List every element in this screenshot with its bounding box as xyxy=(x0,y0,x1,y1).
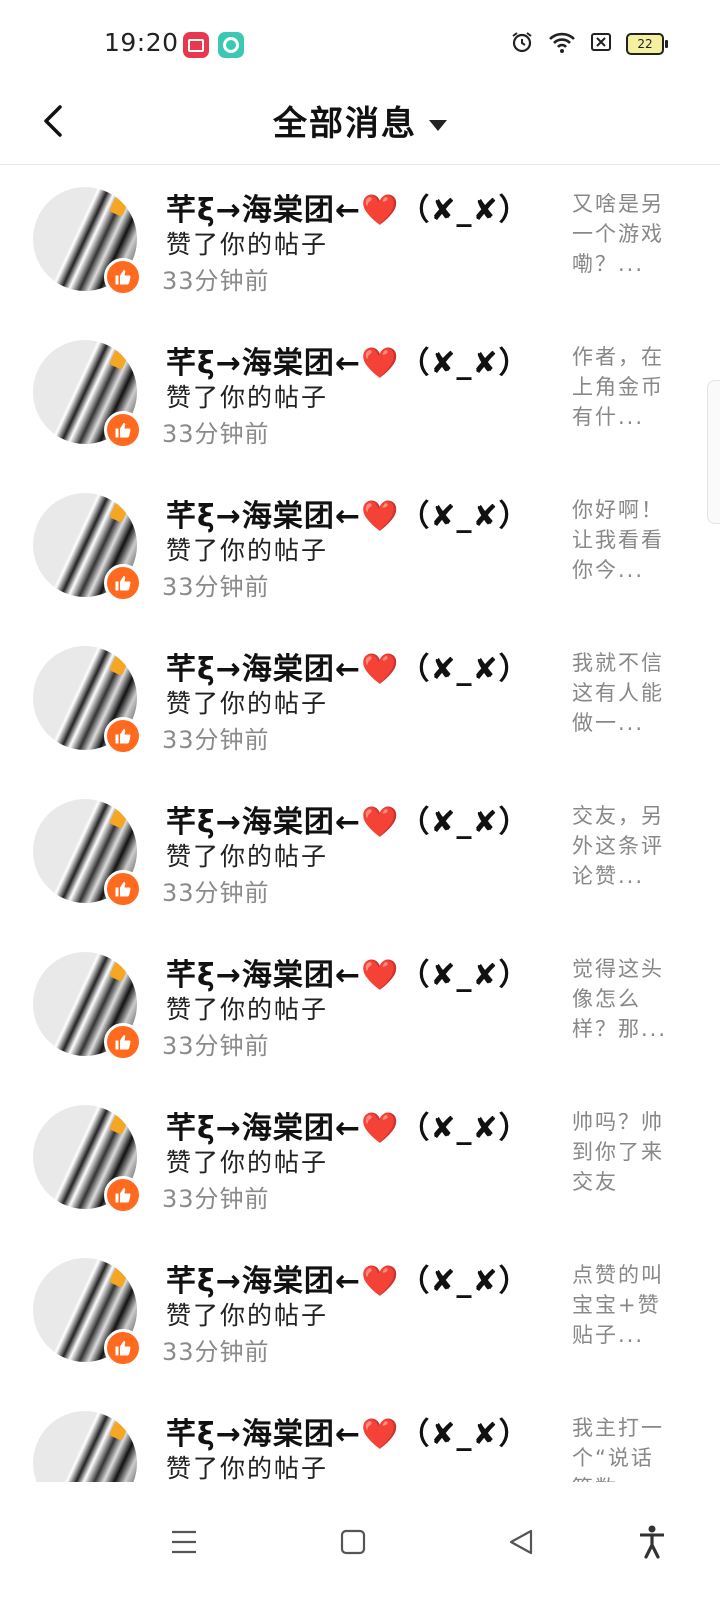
avatar[interactable] xyxy=(33,1411,137,1482)
post-preview[interactable]: 我主打一个“说话算数 xyxy=(572,1413,672,1482)
user-nickname[interactable]: 芊ξ→海棠团←❤️（✘_✘） xyxy=(166,1256,530,1300)
notification-time: 33分钟前 xyxy=(162,1338,270,1366)
notification-time: 33分钟前 xyxy=(162,1185,270,1213)
notification-action: 赞了你的帖子 xyxy=(166,1148,329,1177)
notification-item[interactable]: 芊ξ→海棠团←❤️（✘_✘） 赞了你的帖子 33分钟前 我就不信这有人能做一... xyxy=(0,624,720,777)
system-nav-bar xyxy=(0,1482,720,1600)
thumbs-up-icon xyxy=(104,717,142,755)
user-nickname[interactable]: 芊ξ→海棠团←❤️（✘_✘） xyxy=(166,1103,530,1147)
user-nickname[interactable]: 芊ξ→海棠团←❤️（✘_✘） xyxy=(166,338,530,382)
thumbs-up-icon xyxy=(104,258,142,296)
post-preview[interactable]: 交友，另外这条评论赞... xyxy=(572,801,672,891)
caret-down-icon xyxy=(429,120,447,131)
notification-action: 赞了你的帖子 xyxy=(166,383,329,412)
notification-time: 33分钟前 xyxy=(162,726,270,754)
notification-time: 33分钟前 xyxy=(162,420,270,448)
thumbs-up-icon xyxy=(104,411,142,449)
notification-item[interactable]: 芊ξ→海棠团←❤️（✘_✘） 赞了你的帖子 33分钟前 作者，在上角金币有什... xyxy=(0,318,720,471)
status-bar: 19:20 22 xyxy=(0,0,720,90)
page-title-dropdown[interactable]: 全部消息 xyxy=(0,96,720,145)
notification-time: 33分钟前 xyxy=(162,267,270,295)
post-preview[interactable]: 你好啊！让我看看你今... xyxy=(572,495,672,585)
notification-item[interactable]: 芊ξ→海棠团←❤️（✘_✘） 赞了你的帖子 33分钟前 又啥是另一个游戏嘞？... xyxy=(0,165,720,318)
battery-icon: 22 xyxy=(626,33,668,55)
page-title: 全部消息 xyxy=(273,104,417,144)
user-nickname[interactable]: 芊ξ→海棠团←❤️（✘_✘） xyxy=(166,491,530,535)
notification-time: 33分钟前 xyxy=(162,573,270,601)
user-nickname[interactable]: 芊ξ→海棠团←❤️（✘_✘） xyxy=(166,644,530,688)
post-preview[interactable]: 觉得这头像怎么样？那... xyxy=(572,954,672,1044)
alarm-icon xyxy=(510,30,534,58)
notification-item[interactable]: 芊ξ→海棠团←❤️（✘_✘） 赞了你的帖子 33分钟前 帅吗？帅到你了来交友 xyxy=(0,1083,720,1236)
thumbs-up-icon xyxy=(104,870,142,908)
app-notification-icon xyxy=(218,32,244,58)
battery-level: 22 xyxy=(637,37,653,51)
user-nickname[interactable]: 芊ξ→海棠团←❤️（✘_✘） xyxy=(166,1409,530,1453)
user-nickname[interactable]: 芊ξ→海棠团←❤️（✘_✘） xyxy=(166,797,530,841)
post-preview[interactable]: 我就不信这有人能做一... xyxy=(572,648,672,738)
notification-action: 赞了你的帖子 xyxy=(166,995,329,1024)
header: 全部消息 xyxy=(0,90,720,165)
menu-icon[interactable] xyxy=(160,1518,208,1566)
notification-action: 赞了你的帖子 xyxy=(166,842,329,871)
back-triangle-icon[interactable] xyxy=(497,1518,545,1566)
notification-action: 赞了你的帖子 xyxy=(166,230,329,259)
no-sim-icon xyxy=(590,31,612,57)
accessibility-icon[interactable] xyxy=(628,1518,676,1566)
scroll-indicator[interactable] xyxy=(707,380,720,524)
status-icons: 22 xyxy=(510,30,668,58)
notification-item[interactable]: 芊ξ→海棠团←❤️（✘_✘）赞了你的帖子 我主打一个“说话算数 xyxy=(0,1389,720,1482)
thumbs-up-icon xyxy=(104,1329,142,1367)
notification-action: 赞了你的帖子 xyxy=(166,1454,329,1482)
screen-record-icon xyxy=(183,32,209,58)
home-square-icon[interactable] xyxy=(329,1518,377,1566)
notification-time: 33分钟前 xyxy=(162,879,270,907)
post-preview[interactable]: 作者，在上角金币有什... xyxy=(572,342,672,432)
user-nickname[interactable]: 芊ξ→海棠团←❤️（✘_✘） xyxy=(166,185,530,229)
wifi-icon xyxy=(548,30,576,58)
status-time: 19:20 xyxy=(104,28,179,57)
notification-item[interactable]: 芊ξ→海棠团←❤️（✘_✘） 赞了你的帖子 33分钟前 交友，另外这条评论赞... xyxy=(0,777,720,930)
thumbs-up-icon xyxy=(104,564,142,602)
user-nickname[interactable]: 芊ξ→海棠团←❤️（✘_✘） xyxy=(166,950,530,994)
thumbs-up-icon xyxy=(104,1023,142,1061)
notification-action: 赞了你的帖子 xyxy=(166,1301,329,1330)
notification-item[interactable]: 芊ξ→海棠团←❤️（✘_✘） 赞了你的帖子 33分钟前 点赞的叫宝宝+赞贴子... xyxy=(0,1236,720,1389)
post-preview[interactable]: 帅吗？帅到你了来交友 xyxy=(572,1107,672,1197)
notification-action: 赞了你的帖子 xyxy=(166,536,329,565)
notification-item[interactable]: 芊ξ→海棠团←❤️（✘_✘） 赞了你的帖子 33分钟前 你好啊！让我看看你今... xyxy=(0,471,720,624)
post-preview[interactable]: 点赞的叫宝宝+赞贴子... xyxy=(572,1260,672,1350)
notification-list[interactable]: 芊ξ→海棠团←❤️（✘_✘） 赞了你的帖子 33分钟前 又啥是另一个游戏嘞？... 芊ξ… xyxy=(0,165,720,1482)
notification-action: 赞了你的帖子 xyxy=(166,689,329,718)
notification-time: 33分钟前 xyxy=(162,1032,270,1060)
notification-item[interactable]: 芊ξ→海棠团←❤️（✘_✘） 赞了你的帖子 33分钟前 觉得这头像怎么样？那... xyxy=(0,930,720,1083)
thumbs-up-icon xyxy=(104,1176,142,1214)
post-preview[interactable]: 又啥是另一个游戏嘞？... xyxy=(572,189,672,279)
